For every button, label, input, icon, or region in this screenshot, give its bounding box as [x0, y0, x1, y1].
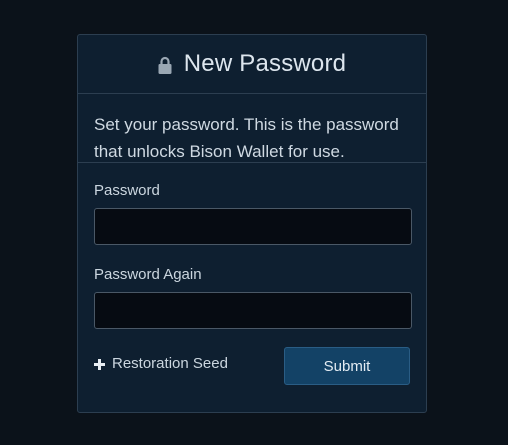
- submit-button[interactable]: Submit: [284, 347, 410, 385]
- restoration-seed-label: Restoration Seed: [112, 355, 228, 372]
- password-form: Password Password Again Restoration Seed…: [78, 182, 426, 385]
- dialog-title: New Password: [183, 50, 347, 77]
- lock-icon: [158, 56, 172, 74]
- password-again-label: Password Again: [94, 266, 202, 283]
- form-actions: Restoration Seed Submit: [94, 347, 410, 385]
- password-label: Password: [94, 182, 160, 199]
- password-again-input[interactable]: [94, 292, 412, 329]
- intro-text: Set your password. This is the password …: [78, 94, 426, 163]
- new-password-dialog: New Password Set your password. This is …: [77, 34, 427, 413]
- password-input[interactable]: [94, 208, 412, 245]
- dialog-header: New Password: [78, 35, 426, 94]
- plus-icon: [94, 359, 105, 370]
- restoration-seed-toggle[interactable]: Restoration Seed: [94, 355, 228, 372]
